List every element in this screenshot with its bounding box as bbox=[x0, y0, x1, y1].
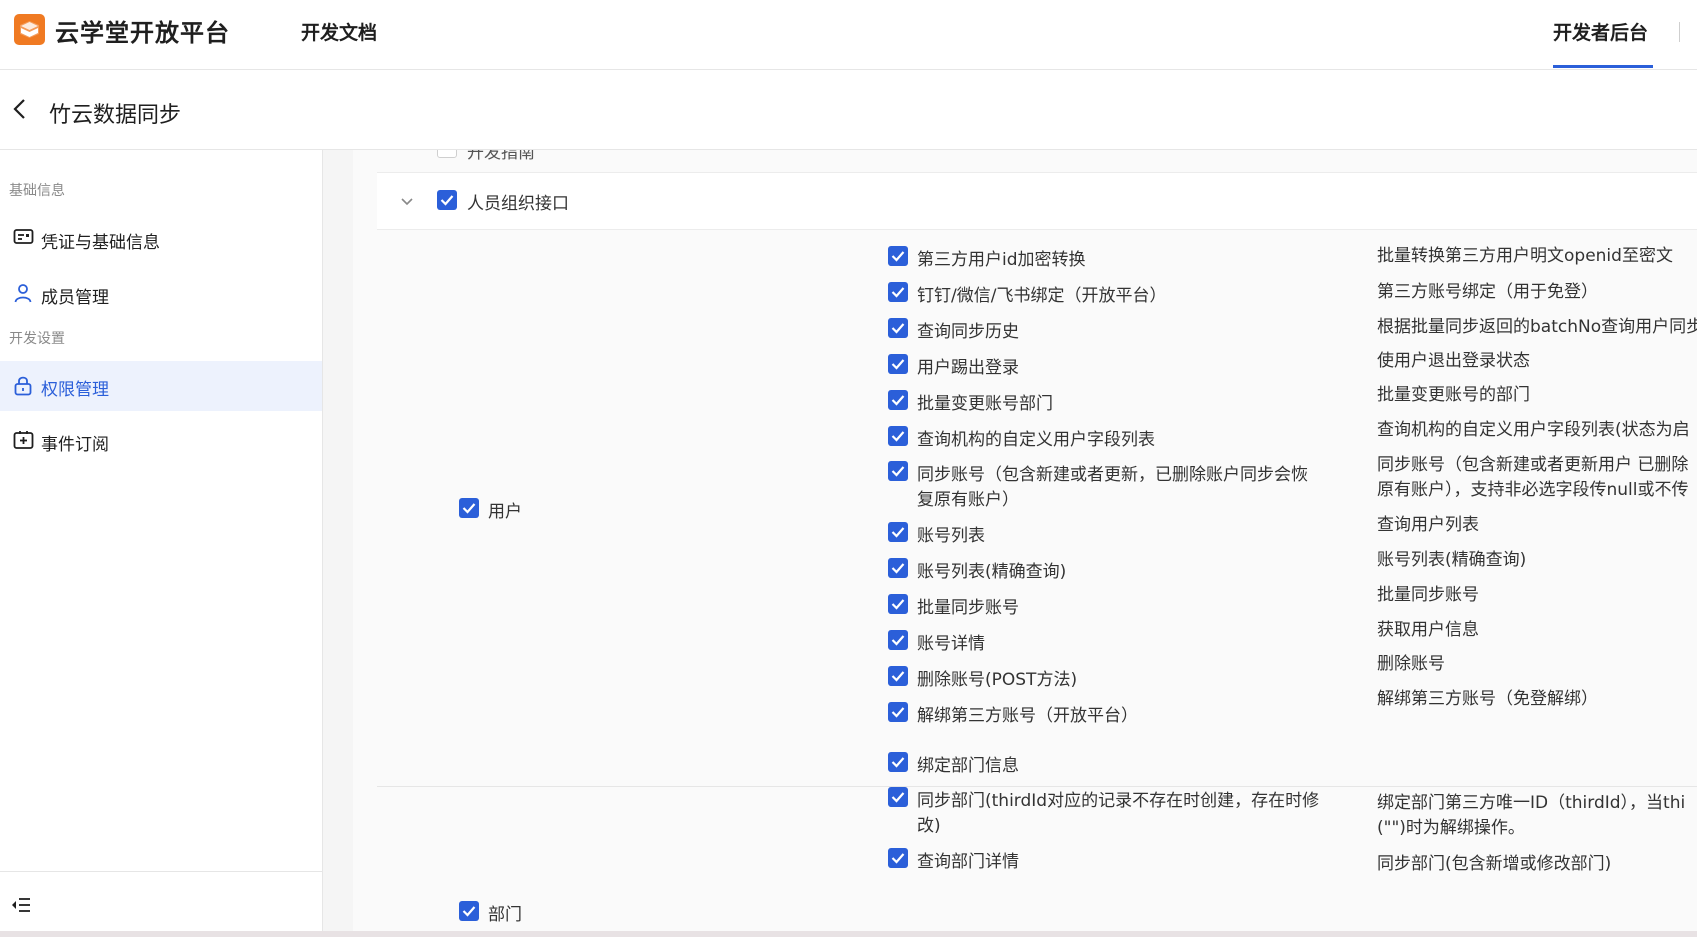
user-permission-desc: 同步账号（包含新建或者更新用户 已删除 bbox=[1377, 455, 1689, 475]
dept-permission-checkbox[interactable] bbox=[888, 787, 908, 807]
sidebar-item-label: 成员管理 bbox=[41, 288, 109, 308]
sidebar: 基础信息 凭证与基础信息 成员管理 开发设置 权限管理 事件订阅 bbox=[0, 150, 323, 937]
sidebar-item-credentials[interactable]: 凭证与基础信息 bbox=[0, 214, 322, 264]
chevron-down-icon[interactable] bbox=[400, 192, 414, 211]
sidebar-group-dev: 开发设置 bbox=[9, 331, 65, 347]
user-permission-name: 账号列表 bbox=[917, 526, 985, 546]
user-permission-checkbox[interactable] bbox=[888, 354, 908, 374]
user-permission-desc-cont: 原有账户），支持非必选字段传null或不传 bbox=[1377, 480, 1689, 500]
user-permission-desc: 删除账号 bbox=[1377, 654, 1445, 674]
dept-permission-name: 绑定部门信息 bbox=[917, 756, 1019, 776]
user-permission-desc: 根据批量同步返回的batchNo查询用户同步 bbox=[1377, 317, 1697, 337]
user-permission-name: 账号详情 bbox=[917, 634, 985, 654]
collapse-sidebar-icon[interactable] bbox=[11, 897, 31, 917]
user-permission-desc: 第三方账号绑定（用于免登） bbox=[1377, 282, 1598, 302]
dept-permission-name-cont: 改) bbox=[917, 816, 941, 836]
user-permission-checkbox[interactable] bbox=[888, 426, 908, 446]
user-permission-checkbox[interactable] bbox=[888, 558, 908, 578]
sidebar-item-permissions[interactable]: 权限管理 bbox=[0, 361, 322, 411]
bottom-strip bbox=[0, 931, 1697, 937]
nav-active-indicator bbox=[1553, 65, 1653, 68]
user-permission-desc: 查询机构的自定义用户字段列表(状态为启 bbox=[1377, 420, 1690, 440]
brand-title[interactable]: 云学堂开放平台 bbox=[55, 13, 230, 48]
user-permission-desc: 批量转换第三方用户明文openid至密文 bbox=[1377, 246, 1673, 266]
user-permission-name: 批量同步账号 bbox=[917, 598, 1019, 618]
permission-panel: 开发指南 人员组织接口 用户 第三方用户id加密转换 批量转换第三方用户明文ope… bbox=[353, 150, 1697, 937]
user-permission-checkbox[interactable] bbox=[888, 246, 908, 266]
nav-dev-console[interactable]: 开发者后台 bbox=[1553, 18, 1648, 45]
id-card-icon bbox=[13, 228, 34, 250]
sidebar-item-label: 权限管理 bbox=[41, 380, 109, 400]
user-permission-checkbox[interactable] bbox=[888, 282, 908, 302]
content-gutter bbox=[323, 150, 353, 937]
user-category-checkbox[interactable] bbox=[459, 498, 479, 518]
user-permission-checkbox[interactable] bbox=[888, 594, 908, 614]
dev-guide-label: 开发指南 bbox=[467, 150, 535, 163]
user-permission-name-cont: 复原有账户） bbox=[917, 490, 1019, 510]
dept-permission-desc: 绑定部门第三方唯一ID（thirdId），当thi bbox=[1377, 793, 1686, 813]
dept-category-checkbox[interactable] bbox=[459, 901, 479, 921]
user-permission-name: 查询同步历史 bbox=[917, 322, 1019, 342]
sidebar-item-events[interactable]: 事件订阅 bbox=[0, 416, 322, 466]
dept-permission-desc: 同步部门(包含新增或修改部门) bbox=[1377, 854, 1612, 874]
dept-category-label: 部门 bbox=[488, 905, 522, 925]
user-permission-desc: 使用户退出登录状态 bbox=[1377, 351, 1530, 371]
logo-icon[interactable] bbox=[14, 14, 45, 45]
event-add-icon bbox=[13, 430, 34, 454]
user-permission-name: 批量变更账号部门 bbox=[917, 394, 1053, 414]
user-permission-desc: 解绑第三方账号（免登解绑） bbox=[1377, 689, 1598, 709]
dept-permission-desc-cont: ("")时为解绑操作。 bbox=[1377, 818, 1525, 838]
user-category-label: 用户 bbox=[488, 502, 522, 522]
group-checkbox[interactable] bbox=[437, 190, 457, 210]
user-permission-name: 解绑第三方账号（开放平台） bbox=[917, 706, 1138, 726]
user-permission-name: 查询机构的自定义用户字段列表 bbox=[917, 430, 1155, 450]
user-permission-checkbox[interactable] bbox=[888, 522, 908, 542]
user-permission-desc: 查询用户列表 bbox=[1377, 515, 1479, 535]
user-permission-name: 第三方用户id加密转换 bbox=[917, 250, 1086, 270]
nav-dev-docs[interactable]: 开发文档 bbox=[301, 18, 377, 45]
group-header-row bbox=[377, 172, 1697, 230]
user-permission-checkbox[interactable] bbox=[888, 630, 908, 650]
back-arrow-icon[interactable] bbox=[12, 98, 28, 124]
user-permission-desc: 账号列表(精确查询) bbox=[1377, 550, 1527, 570]
user-permission-name: 钉钉/微信/飞书绑定（开放平台） bbox=[917, 286, 1167, 306]
sidebar-item-label: 事件订阅 bbox=[41, 435, 109, 455]
dept-permission-checkbox[interactable] bbox=[888, 848, 908, 868]
user-permission-name: 删除账号(POST方法) bbox=[917, 670, 1078, 690]
user-permission-checkbox[interactable] bbox=[888, 702, 908, 722]
dept-permission-checkbox[interactable] bbox=[888, 752, 908, 772]
sidebar-group-basic: 基础信息 bbox=[9, 183, 65, 199]
user-permission-checkbox[interactable] bbox=[888, 461, 908, 481]
user-permission-checkbox[interactable] bbox=[888, 390, 908, 410]
sidebar-footer-divider bbox=[0, 871, 322, 872]
page-header: 竹云数据同步 bbox=[0, 70, 1697, 150]
lock-icon bbox=[13, 375, 33, 400]
user-permission-desc: 批量同步账号 bbox=[1377, 585, 1479, 605]
sidebar-item-members[interactable]: 成员管理 bbox=[0, 269, 322, 319]
user-permission-name: 同步账号（包含新建或者更新，已删除账户同步会恢 bbox=[917, 465, 1308, 485]
user-permission-desc: 获取用户信息 bbox=[1377, 620, 1479, 640]
user-permission-desc: 批量变更账号的部门 bbox=[1377, 385, 1530, 405]
user-permission-name: 账号列表(精确查询) bbox=[917, 562, 1067, 582]
nav-divider bbox=[1679, 22, 1680, 42]
user-permission-checkbox[interactable] bbox=[888, 318, 908, 338]
user-permission-name: 用户踢出登录 bbox=[917, 358, 1019, 378]
user-icon bbox=[13, 283, 33, 307]
dept-permission-name: 同步部门(thirdId对应的记录不存在时创建，存在时修 bbox=[917, 791, 1320, 811]
sidebar-item-label: 凭证与基础信息 bbox=[41, 233, 160, 253]
group-label: 人员组织接口 bbox=[467, 194, 569, 214]
dept-permission-name: 查询部门详情 bbox=[917, 852, 1019, 872]
page-title: 竹云数据同步 bbox=[49, 103, 182, 128]
dev-guide-checkbox[interactable] bbox=[437, 150, 457, 158]
top-bar: 云学堂开放平台 开发文档 开发者后台 bbox=[0, 0, 1697, 70]
user-permission-checkbox[interactable] bbox=[888, 666, 908, 686]
